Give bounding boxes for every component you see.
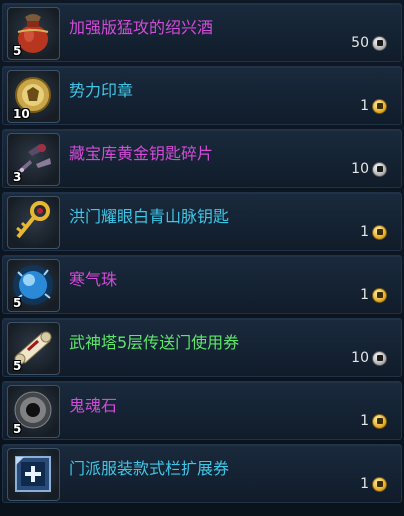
item-name: 洪门耀眼白青山脉钥匙 [69,207,230,226]
seal-icon: 10 [7,70,60,123]
item-price: 1 [360,476,387,492]
currency-icon [372,224,387,240]
item-quantity: 5 [13,296,22,310]
item-name: 鬼魂石 [69,396,118,415]
expansion-ticket-icon [7,448,60,501]
scroll-icon: 5 [7,322,60,375]
shop-item-row[interactable]: 洪门耀眼白青山脉钥匙 1 [2,192,402,251]
shop-item-row[interactable]: 10 势力印章 1 [2,66,402,125]
frost-orb-icon: 5 [7,259,60,312]
currency-icon [372,350,387,366]
item-price: 1 [360,287,387,303]
price-value: 1 [360,224,369,240]
currency-icon [372,413,387,429]
item-quantity: 5 [13,359,22,373]
item-price: 1 [360,413,387,429]
currency-icon [372,98,387,114]
item-quantity: 5 [13,44,22,58]
wine-jar-icon: 5 [7,7,60,60]
price-value: 1 [360,476,369,492]
shop-item-row[interactable]: 5 加强版猛攻的绍兴酒 50 [2,3,402,62]
price-value: 1 [360,287,369,303]
item-quantity: 5 [13,422,22,436]
item-price: 50 [351,35,387,51]
price-value: 1 [360,413,369,429]
item-name: 门派服装款式栏扩展券 [69,459,230,478]
item-quantity: 3 [13,170,22,184]
shop-item-row[interactable]: 门派服装款式栏扩展券 1 [2,444,402,503]
shop-item-list: 5 加强版猛攻的绍兴酒 50 10 势力印章 1 3 藏宝库黄金钥匙碎片 10 … [0,0,404,516]
item-price: 10 [351,350,387,366]
item-name: 寒气珠 [69,270,118,289]
price-value: 50 [351,35,369,51]
golden-key-icon [7,196,60,249]
item-name: 藏宝库黄金钥匙碎片 [69,144,214,163]
item-name: 武神塔5层传送门使用券 [69,333,240,352]
item-price: 10 [351,161,387,177]
key-fragment-icon: 3 [7,133,60,186]
item-name: 加强版猛攻的绍兴酒 [69,18,214,37]
shop-item-row[interactable]: 5 武神塔5层传送门使用券 10 [2,318,402,377]
shop-item-row[interactable]: 3 藏宝库黄金钥匙碎片 10 [2,129,402,188]
currency-icon [372,35,387,51]
shop-item-row[interactable]: 5 鬼魂石 1 [2,381,402,440]
item-price: 1 [360,224,387,240]
price-value: 1 [360,98,369,114]
price-value: 10 [351,350,369,366]
currency-icon [372,161,387,177]
item-quantity: 10 [13,107,30,121]
shop-item-row[interactable]: 5 寒气珠 1 [2,255,402,314]
item-name: 势力印章 [69,81,134,100]
currency-icon [372,287,387,303]
price-value: 10 [351,161,369,177]
currency-icon [372,476,387,492]
ghost-stone-icon: 5 [7,385,60,438]
item-price: 1 [360,98,387,114]
